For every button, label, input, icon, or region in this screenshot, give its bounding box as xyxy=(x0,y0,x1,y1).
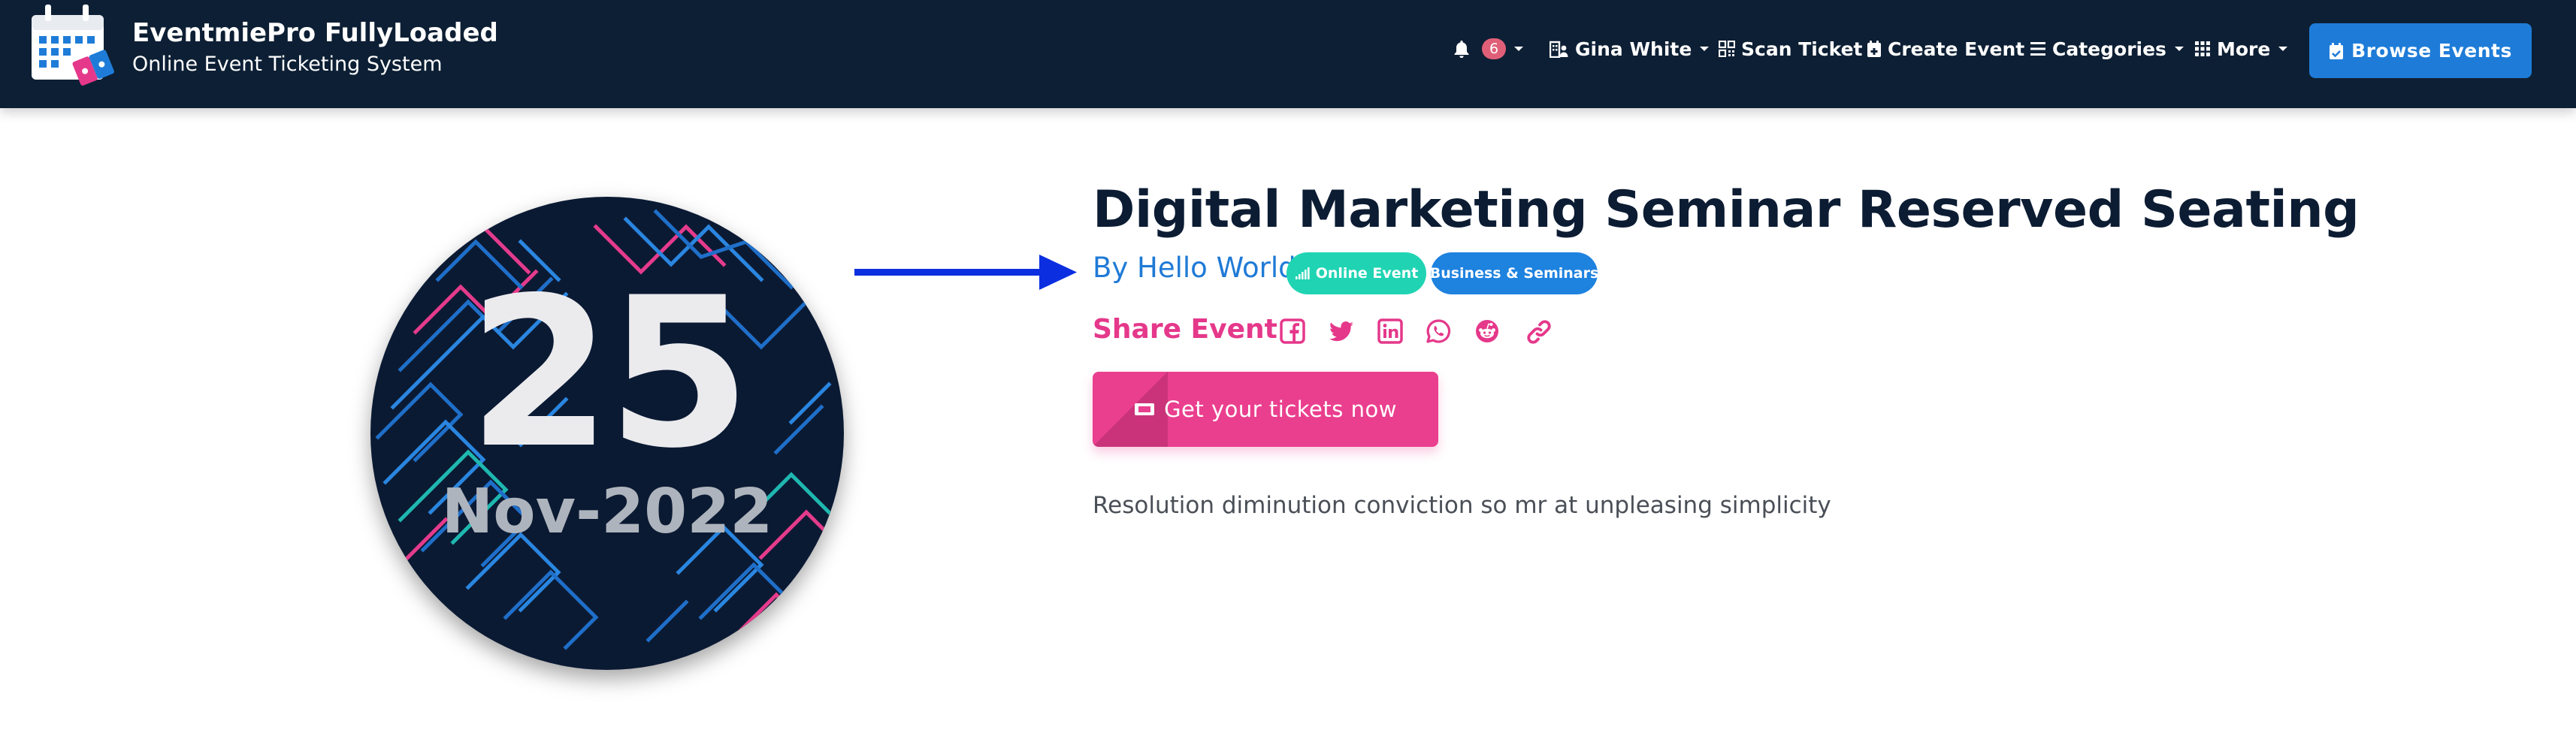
share-event-label: Share Event xyxy=(1093,314,1277,345)
create-event-label: Create Event xyxy=(1888,38,2025,60)
notification-count-badge: 6 xyxy=(1482,38,1507,59)
calendar-check-icon xyxy=(2330,42,2344,59)
categories-menu[interactable]: Categories xyxy=(2030,0,2184,98)
user-name: Gina White xyxy=(1575,38,1692,60)
link-icon[interactable] xyxy=(1525,318,1553,345)
create-event-link[interactable]: Create Event xyxy=(1867,0,2024,98)
grid-icon xyxy=(2195,41,2210,56)
bell-icon xyxy=(1454,41,1469,58)
notifications-menu[interactable]: 6 xyxy=(1453,0,1524,98)
brand-title[interactable]: EventmiePro FullyLoaded xyxy=(132,18,498,48)
user-building-icon xyxy=(1550,41,1568,58)
get-tickets-button[interactable]: Get your tickets now xyxy=(1093,372,1438,447)
ticket-icon xyxy=(1135,403,1155,415)
more-menu[interactable]: More xyxy=(2194,0,2288,98)
online-event-label: Online Event xyxy=(1315,265,1419,282)
categories-label: Categories xyxy=(2052,38,2166,60)
event-date-poster: 25 Nov-2022 xyxy=(370,197,844,670)
top-navbar: EventmiePro FullyLoaded Online Event Tic… xyxy=(0,0,2576,108)
signal-icon xyxy=(1295,267,1310,279)
event-month-year: Nov-2022 xyxy=(441,476,773,547)
pointer-arrow-icon xyxy=(854,255,1077,290)
online-event-badge: Online Event xyxy=(1286,252,1426,294)
event-day: 25 xyxy=(467,253,751,493)
button-shade-decoration xyxy=(1093,372,1168,447)
category-label: Business & Seminars xyxy=(1429,265,1599,282)
chevron-down-icon xyxy=(1700,46,1710,51)
facebook-icon[interactable] xyxy=(1280,318,1305,344)
more-label: More xyxy=(2217,38,2271,60)
browse-events-button[interactable]: Browse Events xyxy=(2309,23,2532,78)
organiser-link[interactable]: By Hello World xyxy=(1093,252,1296,284)
scan-ticket-link[interactable]: Scan Ticket xyxy=(1719,0,1863,98)
user-menu[interactable]: Gina White xyxy=(1550,0,1710,98)
whatsapp-icon[interactable] xyxy=(1426,318,1451,344)
brand-subtitle: Online Event Ticketing System xyxy=(132,53,443,76)
chevron-down-icon xyxy=(2174,46,2184,51)
event-excerpt: Resolution diminution conviction so mr a… xyxy=(1093,492,1831,519)
browse-events-label: Browse Events xyxy=(2351,40,2512,62)
calendar-ticket-logo-icon xyxy=(32,5,114,86)
calendar-plus-icon xyxy=(1867,41,1881,57)
brand-logo[interactable] xyxy=(29,2,119,90)
twitter-icon[interactable] xyxy=(1328,318,1355,344)
qrcode-icon xyxy=(1719,41,1735,57)
linkedin-icon[interactable] xyxy=(1377,318,1403,344)
category-badge[interactable]: Business & Seminars xyxy=(1429,252,1599,294)
bars-icon xyxy=(2030,42,2045,56)
event-title: Digital Marketing Seminar Reserved Seati… xyxy=(1093,180,2360,240)
scan-ticket-label: Scan Ticket xyxy=(1741,38,1863,60)
chevron-down-icon xyxy=(2278,46,2288,51)
get-tickets-label: Get your tickets now xyxy=(1164,397,1397,422)
reddit-icon[interactable] xyxy=(1474,318,1500,344)
chevron-down-icon xyxy=(1514,46,1524,51)
